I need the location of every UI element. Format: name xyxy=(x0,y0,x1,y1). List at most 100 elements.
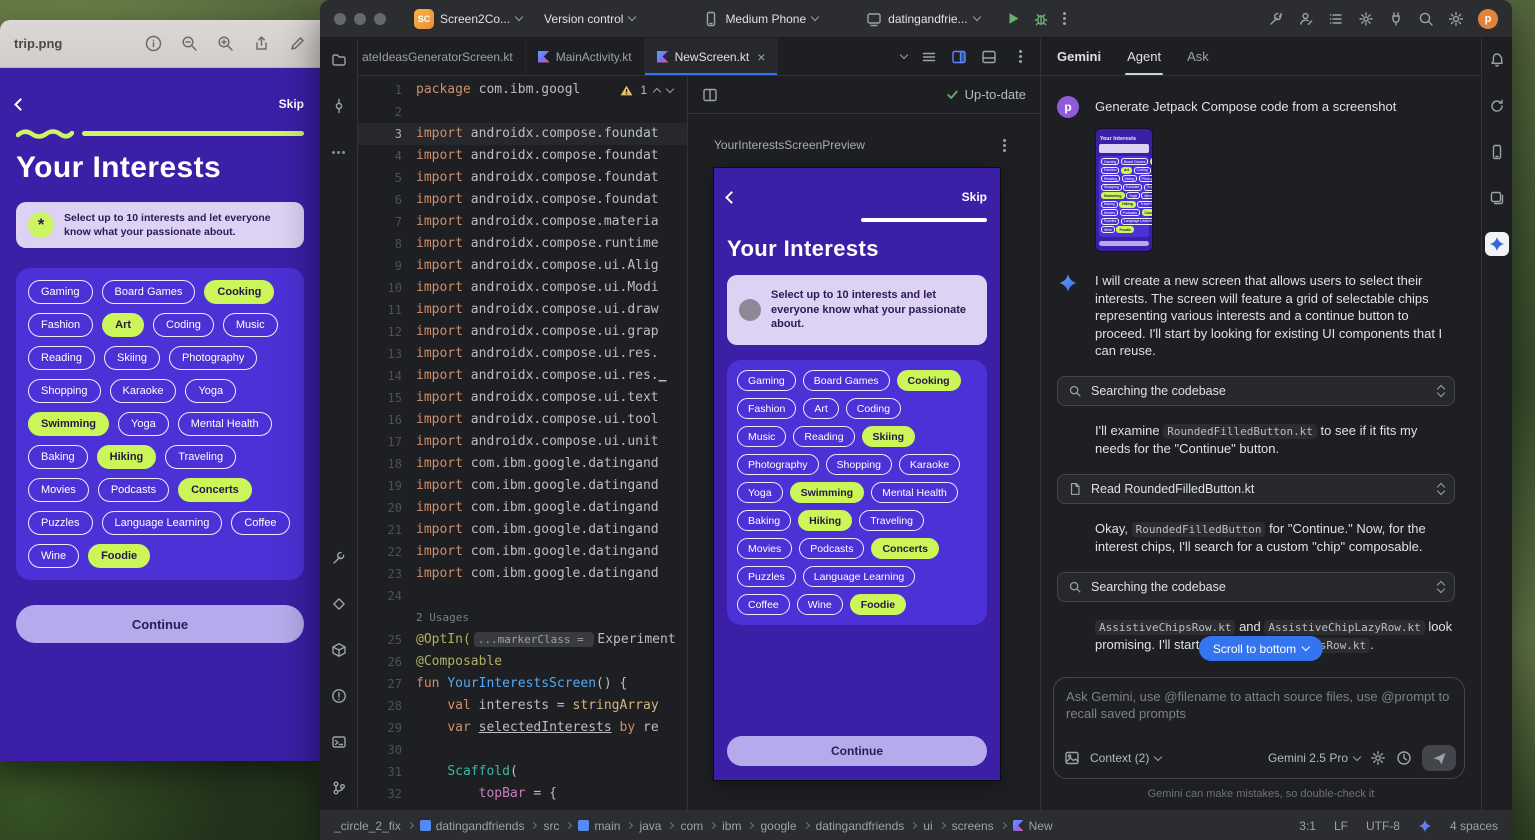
model-selector[interactable]: Gemini 2.5 Pro xyxy=(1268,751,1360,765)
zoom-in-icon[interactable] xyxy=(217,35,234,52)
code-line-29: 29 var selectedInterests by re xyxy=(358,717,687,739)
edit-icon[interactable] xyxy=(289,35,306,52)
back-icon xyxy=(14,98,27,111)
project-tool-icon[interactable] xyxy=(327,48,351,72)
scroll-to-bottom-button[interactable]: Scroll to bottom xyxy=(1199,636,1323,661)
line-separator[interactable]: LF xyxy=(1334,819,1348,833)
share-icon[interactable] xyxy=(253,35,270,52)
file-encoding[interactable]: UTF-8 xyxy=(1366,819,1400,833)
settings-icon[interactable] xyxy=(1448,11,1464,27)
split-bottom-icon[interactable] xyxy=(981,49,997,65)
next-problem-icon[interactable] xyxy=(666,85,674,93)
user-avatar: p xyxy=(1057,96,1079,118)
indent-setting[interactable]: 4 spaces xyxy=(1450,819,1498,833)
breadcrumb-main[interactable]: main xyxy=(578,819,620,833)
breadcrumbs: _circle_2_fix datingandfriends src main java… xyxy=(334,819,1053,833)
breadcrumb-java[interactable]: java xyxy=(639,819,661,833)
gemini-input[interactable] xyxy=(1054,678,1464,740)
commit-tool-icon[interactable] xyxy=(327,94,351,118)
terminal-tool-icon[interactable] xyxy=(327,730,351,754)
module-icon xyxy=(420,820,431,831)
code-line-30: 30 xyxy=(358,739,687,761)
structure-tool-icon[interactable] xyxy=(327,592,351,616)
vcs-widget[interactable]: Version control xyxy=(538,8,641,30)
close-tab-icon[interactable]: × xyxy=(757,50,765,64)
screenshot-thumbnail[interactable]: Your Interests GamingBoard GamesCookingF… xyxy=(1095,128,1153,252)
interest-chip-reading: Reading xyxy=(1101,175,1120,182)
titlebar[interactable]: SC Screen2Co... Version control Medium P… xyxy=(320,0,1512,38)
more-tool-windows-icon[interactable] xyxy=(327,140,351,164)
device-selector[interactable]: Medium Phone xyxy=(697,7,824,31)
window-zoom-button[interactable] xyxy=(374,13,386,25)
tool-call-search-codebase-1[interactable]: Searching the codebase xyxy=(1057,376,1455,406)
breadcrumb-_circle_2_fix[interactable]: _circle_2_fix xyxy=(334,819,401,833)
debug-button[interactable] xyxy=(1027,7,1055,31)
build-icon[interactable] xyxy=(1358,11,1374,27)
caret-position[interactable]: 3:1 xyxy=(1299,819,1316,833)
more-actions-icon[interactable] xyxy=(1063,17,1066,20)
search-icon[interactable] xyxy=(1418,11,1434,27)
preview-options-icon[interactable] xyxy=(1003,144,1006,147)
tab-mainactivity[interactable]: MainActivity.kt xyxy=(526,38,645,75)
gemini-settings-icon[interactable] xyxy=(1370,750,1386,766)
image-preview-window[interactable]: trip.png Skip Your Interests * Select u xyxy=(0,20,320,761)
context-selector[interactable]: Context (2) xyxy=(1090,751,1161,765)
plugins-icon[interactable] xyxy=(1388,11,1404,27)
build-tool-icon[interactable] xyxy=(327,638,351,662)
tab-list-chevron-icon[interactable] xyxy=(900,51,908,59)
breadcrumb-src[interactable]: src xyxy=(543,819,559,833)
run-button[interactable] xyxy=(1000,7,1027,30)
split-editor-icon[interactable] xyxy=(702,87,718,103)
chip-row: GamingBoard GamesCooking xyxy=(737,370,977,391)
profiler-tool-icon[interactable] xyxy=(327,546,351,570)
breadcrumb-datingandfriends[interactable]: datingandfriends xyxy=(816,819,905,833)
ai-spark-icon[interactable] xyxy=(1418,819,1432,833)
user-avatar[interactable]: p xyxy=(1478,9,1498,29)
project-widget[interactable]: SC Screen2Co... xyxy=(408,5,528,33)
breadcrumb-google[interactable]: google xyxy=(760,819,796,833)
tool-call-search-codebase-2[interactable]: Searching the codebase xyxy=(1057,572,1455,602)
tab-dateideasgeneratorscreen[interactable]: ateIdeasGeneratorScreen.kt xyxy=(358,38,526,75)
gemini-tool-icon[interactable] xyxy=(1485,232,1509,256)
split-view-icon[interactable] xyxy=(951,49,967,65)
view-list-icon[interactable] xyxy=(921,49,937,65)
tool-call-read-file-1[interactable]: Read RoundedFilledButton.kt xyxy=(1057,474,1455,504)
resource-manager-icon[interactable] xyxy=(1485,186,1509,210)
problems-tool-icon[interactable] xyxy=(327,684,351,708)
tab-newscreen[interactable]: NewScreen.kt× xyxy=(645,38,779,75)
code-editor[interactable]: 1 1package com.ibm.googl23import android… xyxy=(358,76,688,810)
interest-chip-podcasts: Podcasts xyxy=(98,478,169,502)
version-control-tool-icon[interactable] xyxy=(327,776,351,800)
notifications-icon[interactable] xyxy=(1485,48,1509,72)
tab-agent[interactable]: Agent xyxy=(1127,38,1161,75)
breadcrumb-ibm[interactable]: ibm xyxy=(722,819,741,833)
send-button[interactable] xyxy=(1422,745,1456,771)
breadcrumb-ui[interactable]: ui xyxy=(923,819,932,833)
breadcrumb-new[interactable]: New xyxy=(1013,819,1053,833)
tab-ask[interactable]: Ask xyxy=(1187,38,1209,75)
zoom-out-icon[interactable] xyxy=(181,35,198,52)
window-close-button[interactable] xyxy=(334,13,346,25)
profiler-icon[interactable] xyxy=(1268,11,1284,27)
gradle-sync-icon[interactable] xyxy=(1485,94,1509,118)
code-line-22: 22import com.ibm.google.datingand xyxy=(358,541,687,563)
breadcrumb-datingandfriends[interactable]: datingandfriends xyxy=(420,819,525,833)
previous-problem-icon[interactable] xyxy=(653,87,661,95)
info-icon[interactable] xyxy=(145,35,162,52)
todo-list-icon[interactable] xyxy=(1328,11,1344,27)
breadcrumb-com[interactable]: com xyxy=(680,819,703,833)
run-configuration-selector[interactable]: datingandfrie... xyxy=(860,7,985,31)
mock-title: Your Interests xyxy=(16,151,304,185)
history-icon[interactable] xyxy=(1396,750,1412,766)
window-minimize-button[interactable] xyxy=(354,13,366,25)
code-with-me-icon[interactable] xyxy=(1298,11,1314,27)
editor-options-icon[interactable] xyxy=(1019,55,1022,58)
search-icon xyxy=(1068,384,1082,398)
play-icon xyxy=(1006,11,1021,26)
running-devices-icon[interactable] xyxy=(1485,140,1509,164)
build-status[interactable]: Up-to-date xyxy=(946,87,1026,102)
breadcrumb-screens[interactable]: screens xyxy=(952,819,994,833)
inspections-widget[interactable]: 1 xyxy=(614,81,679,99)
attach-image-icon[interactable] xyxy=(1064,750,1080,766)
interest-chip-yoga: Yoga xyxy=(118,412,169,436)
